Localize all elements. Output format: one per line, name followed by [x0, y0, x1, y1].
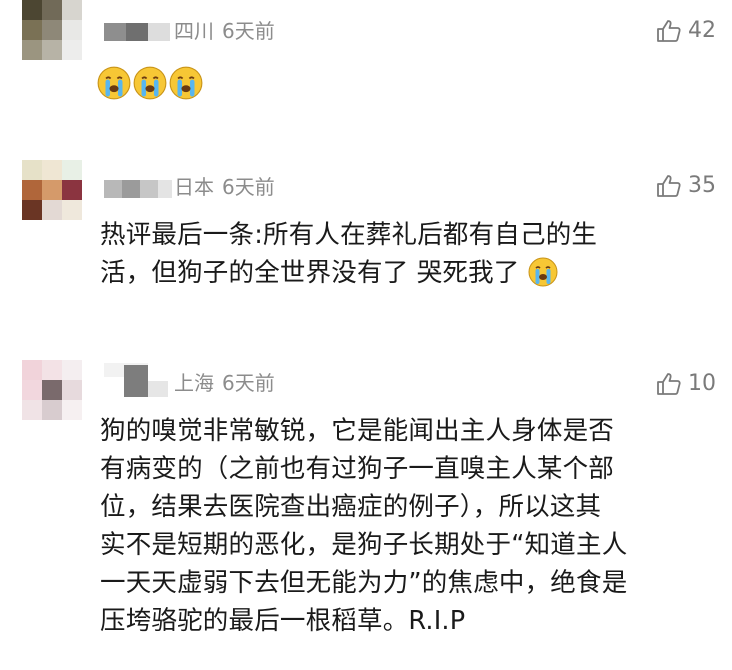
username-blurred[interactable]	[104, 180, 172, 198]
location-label: 四川	[174, 19, 214, 43]
comment-text-line: 一天天虚弱下去但无能为力”的焦虑中，绝食是	[100, 568, 628, 598]
emoji-row	[97, 66, 207, 100]
comment-text-segment: 活，但狗子的全世界没有了 哭死我了	[100, 258, 520, 288]
username-blur-shape	[104, 363, 168, 397]
location-label: 日本	[174, 175, 214, 199]
comment-text: 狗的嗅觉非常敏锐，它是能闻出主人身体是否 有病变的（之前也有过狗子一直嗅主人某个…	[100, 412, 720, 640]
location-label: 上海	[174, 371, 214, 395]
comment-text-line: 活，但狗子的全世界没有了 哭死我了	[100, 254, 720, 292]
comment-text: 热评最后一条:所有人在葬礼后都有自己的生 活，但狗子的全世界没有了 哭死我了	[100, 216, 720, 292]
comment-text-line: 压垮骆驼的最后一根稻草。R.I.P	[100, 606, 466, 636]
time-label: 6天前	[222, 19, 275, 43]
comment-meta: 上海 6天前	[174, 370, 275, 396]
username-blurred[interactable]	[104, 23, 170, 41]
comment-meta: 四川 6天前	[174, 18, 275, 44]
comment-text-line: 位，结果去医院查出癌症的例子），所以这其	[100, 492, 602, 522]
crying-face-icon	[528, 257, 558, 287]
time-label: 6天前	[222, 175, 275, 199]
comment-text-line: 狗的嗅觉非常敏锐，它是能闻出主人身体是否	[100, 416, 615, 446]
thumbs-up-icon	[657, 20, 681, 42]
avatar[interactable]	[22, 0, 82, 60]
like-count: 10	[688, 371, 716, 396]
comment-text-line: 实不是短期的恶化，是狗子长期处于“知道主人	[100, 530, 628, 560]
comment-text-line: 有病变的（之前也有过狗子一直嗅主人某个部	[100, 454, 615, 484]
like-button[interactable]: 42	[656, 18, 716, 44]
avatar[interactable]	[22, 360, 82, 420]
thumbs-up-icon	[657, 373, 681, 395]
like-count: 35	[688, 173, 716, 198]
crying-face-icon	[97, 66, 131, 100]
comment-meta: 日本 6天前	[174, 174, 275, 200]
like-button[interactable]: 10	[656, 371, 716, 397]
like-button[interactable]: 35	[656, 173, 716, 199]
username-blurred[interactable]	[104, 363, 174, 399]
crying-face-icon	[169, 66, 203, 100]
comment-text-line: 热评最后一条:所有人在葬礼后都有自己的生	[100, 220, 598, 250]
avatar[interactable]	[22, 160, 82, 220]
time-label: 6天前	[222, 371, 275, 395]
like-count: 42	[688, 18, 716, 43]
crying-face-icon	[133, 66, 167, 100]
thumbs-up-icon	[657, 175, 681, 197]
